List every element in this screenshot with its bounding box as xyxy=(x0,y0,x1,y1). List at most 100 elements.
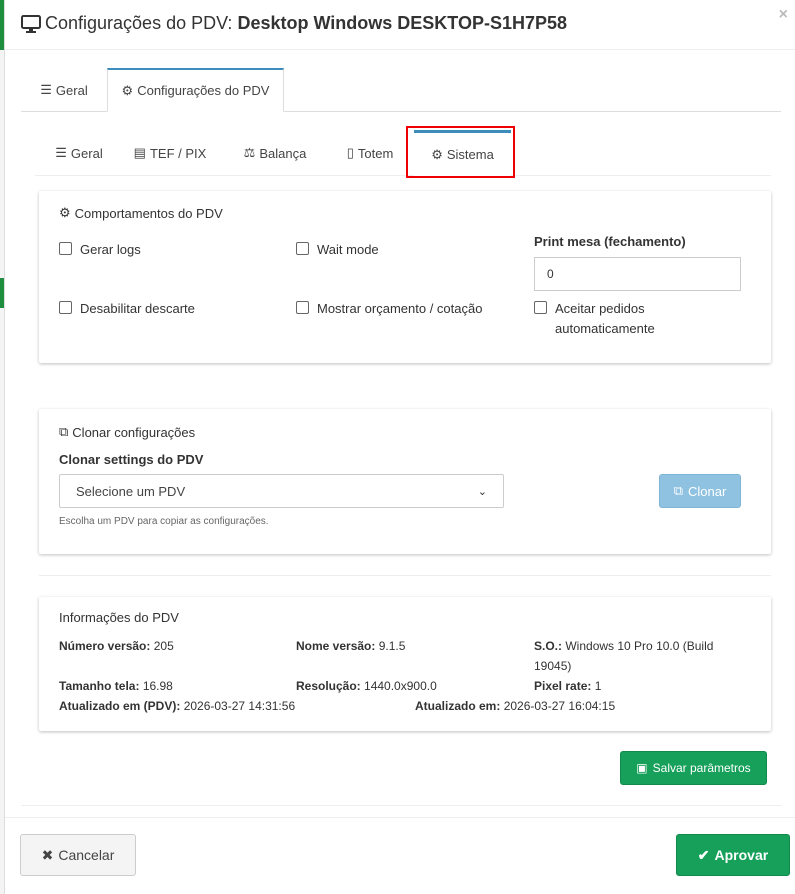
clonar-help-text: Escolha um PDV para copiar as configuraç… xyxy=(59,516,269,527)
main-tabs: ☰ Geral ⚙ Configurações do PDV xyxy=(21,68,781,112)
sliders-icon: ☰ xyxy=(55,145,67,160)
info-label: Resolução: xyxy=(296,679,361,693)
checkbox-box[interactable] xyxy=(59,242,72,255)
info-label: Número versão: xyxy=(59,639,151,653)
check-icon: ✔ xyxy=(697,846,710,863)
highlight-box xyxy=(406,126,515,178)
atualizado-servidor: Atualizado em: 2026-03-27 16:04:15 xyxy=(415,696,615,716)
modal-title-prefix: Configurações do PDV: xyxy=(45,13,233,33)
clonar-card: ⧉ Clonar configurações Clonar settings d… xyxy=(39,409,771,554)
approve-button[interactable]: ✔ Aprovar xyxy=(676,834,790,876)
save-icon: ▣ xyxy=(636,761,648,775)
info-value: 2026-03-27 16:04:15 xyxy=(503,699,616,713)
mostrar-orcamento-checkbox[interactable]: Mostrar orçamento / cotação xyxy=(296,299,482,319)
info-label: Atualizado em (PDV): xyxy=(59,699,181,713)
clone-icon: ⧉ xyxy=(673,483,683,498)
divider xyxy=(21,805,781,806)
salvar-parametros-button[interactable]: ▣ Salvar parâmetros xyxy=(620,751,767,785)
tab-label: Geral xyxy=(55,82,88,98)
info-label: Atualizado em: xyxy=(415,699,501,713)
subtab-balanca[interactable]: ⚖ Balança xyxy=(231,130,319,176)
tab-geral[interactable]: ☰ Geral xyxy=(29,68,99,112)
resolucao: Resolução: 1440.0x900.0 xyxy=(296,676,437,696)
checkbox-box[interactable] xyxy=(534,301,547,314)
subtab-totem[interactable]: ▯ Totem xyxy=(335,130,405,176)
clonar-title: ⧉ Clonar configurações xyxy=(59,424,195,440)
cancel-button[interactable]: ✖ Cancelar xyxy=(20,834,136,876)
gerar-logs-checkbox[interactable]: Gerar logs xyxy=(59,240,141,260)
clonar-button[interactable]: ⧉ Clonar xyxy=(659,474,741,508)
tamanho-tela: Tamanho tela: 16.98 xyxy=(59,676,173,696)
info-value: Windows 10 Pro 10.0 (Build xyxy=(565,639,714,653)
checkbox-label: Gerar logs xyxy=(80,242,141,257)
tab-configuracoes-pdv[interactable]: ⚙ Configurações do PDV xyxy=(107,68,284,112)
tablet-icon: ▯ xyxy=(346,145,354,160)
balance-scale-icon: ⚖ xyxy=(243,145,256,160)
card-title-text: Clonar configurações xyxy=(72,424,196,440)
desabilitar-descarte-checkbox[interactable]: Desabilitar descarte xyxy=(59,299,195,319)
info-label: Nome versão: xyxy=(296,639,376,653)
info-label: Tamanho tela: xyxy=(59,679,140,693)
info-value: 205 xyxy=(153,639,174,653)
desktop-icon xyxy=(21,15,41,33)
atualizado-pdv: Atualizado em (PDV): 2026-03-27 14:31:56 xyxy=(59,696,295,716)
clone-icon: ⧉ xyxy=(59,424,69,439)
info-value: 1440.0x900.0 xyxy=(364,679,437,693)
button-label: Aprovar xyxy=(714,847,769,863)
info-value: 2026-03-27 14:31:56 xyxy=(183,699,296,713)
card-title-text: Comportamentos do PDV xyxy=(74,205,223,221)
info-title: Informações do PDV xyxy=(59,610,179,625)
info-value: 19045) xyxy=(534,659,572,673)
wait-mode-checkbox[interactable]: Wait mode xyxy=(296,240,379,260)
aceitar-pedidos-checkbox[interactable]: Aceitar pedidos automaticamente xyxy=(534,299,674,339)
checkbox-box[interactable] xyxy=(296,301,309,314)
clonar-settings-label: Clonar settings do PDV xyxy=(59,452,204,467)
pdv-config-modal: Configurações do PDV: Desktop Windows DE… xyxy=(4,0,795,894)
pixel-rate: Pixel rate: 1 xyxy=(534,676,601,696)
divider xyxy=(39,575,771,576)
nome-versao: Nome versão: 9.1.5 xyxy=(296,636,405,656)
modal-title-device: Desktop Windows DESKTOP-S1H7P58 xyxy=(237,13,568,33)
tab-label: Configurações do PDV xyxy=(137,83,270,98)
button-label: Cancelar xyxy=(58,847,115,863)
modal-title: Configurações do PDV: Desktop Windows DE… xyxy=(45,13,567,34)
checkbox-box[interactable] xyxy=(59,301,72,314)
tab-label: Balança xyxy=(259,145,307,161)
checkbox-label: Aceitar pedidos automaticamente xyxy=(555,301,655,336)
print-mesa-label: Print mesa (fechamento) xyxy=(534,234,686,249)
sliders-icon: ☰ xyxy=(40,82,52,97)
close-icon: ✖ xyxy=(41,846,54,863)
close-icon[interactable]: × xyxy=(779,6,788,24)
comportamentos-title: ⚙ Comportamentos do PDV xyxy=(59,205,223,221)
button-label: Clonar xyxy=(688,483,727,499)
checkbox-label: Mostrar orçamento / cotação xyxy=(317,301,483,316)
chevron-down-icon: ⌄ xyxy=(477,485,487,498)
checkbox-label: Desabilitar descarte xyxy=(80,301,195,316)
info-card: Informações do PDV Número versão: 205 No… xyxy=(39,597,771,731)
sub-tabs: ☰ Geral ▤ TEF / PIX ⚖ Balança ▯ Totem ⚙ … xyxy=(35,130,771,176)
gear-icon: ⚙ xyxy=(59,205,71,220)
tab-label: Totem xyxy=(357,145,394,161)
button-label: Salvar parâmetros xyxy=(652,761,751,775)
info-value: 1 xyxy=(594,679,602,693)
checkbox-box[interactable] xyxy=(296,242,309,255)
info-value: 9.1.5 xyxy=(378,639,406,653)
modal-header: Configurações do PDV: Desktop Windows DE… xyxy=(5,0,795,50)
sistema-operacional: S.O.: Windows 10 Pro 10.0 (Build 19045) xyxy=(534,636,754,676)
info-value: 16.98 xyxy=(142,679,173,693)
comportamentos-card: ⚙ Comportamentos do PDV Gerar logs Wait … xyxy=(39,191,771,363)
tab-label: Geral xyxy=(70,145,103,161)
subtab-geral[interactable]: ☰ Geral xyxy=(41,130,117,176)
subtab-tef-pix[interactable]: ▤ TEF / PIX xyxy=(125,130,215,176)
cogs-icon: ⚙ xyxy=(121,82,134,98)
modal-footer: ✖ Cancelar ✔ Aprovar xyxy=(5,817,795,894)
numero-versao: Número versão: 205 xyxy=(59,636,174,656)
tab-label: TEF / PIX xyxy=(149,145,207,161)
credit-card-icon: ▤ xyxy=(133,145,146,160)
info-label: Pixel rate: xyxy=(534,679,592,693)
print-mesa-input[interactable]: 0 xyxy=(534,257,741,291)
info-label: S.O.: xyxy=(534,639,563,653)
select-value: Selecione um PDV xyxy=(76,483,186,499)
pdv-select[interactable]: Selecione um PDV ⌄ xyxy=(59,474,504,508)
checkbox-label: Wait mode xyxy=(317,242,379,257)
